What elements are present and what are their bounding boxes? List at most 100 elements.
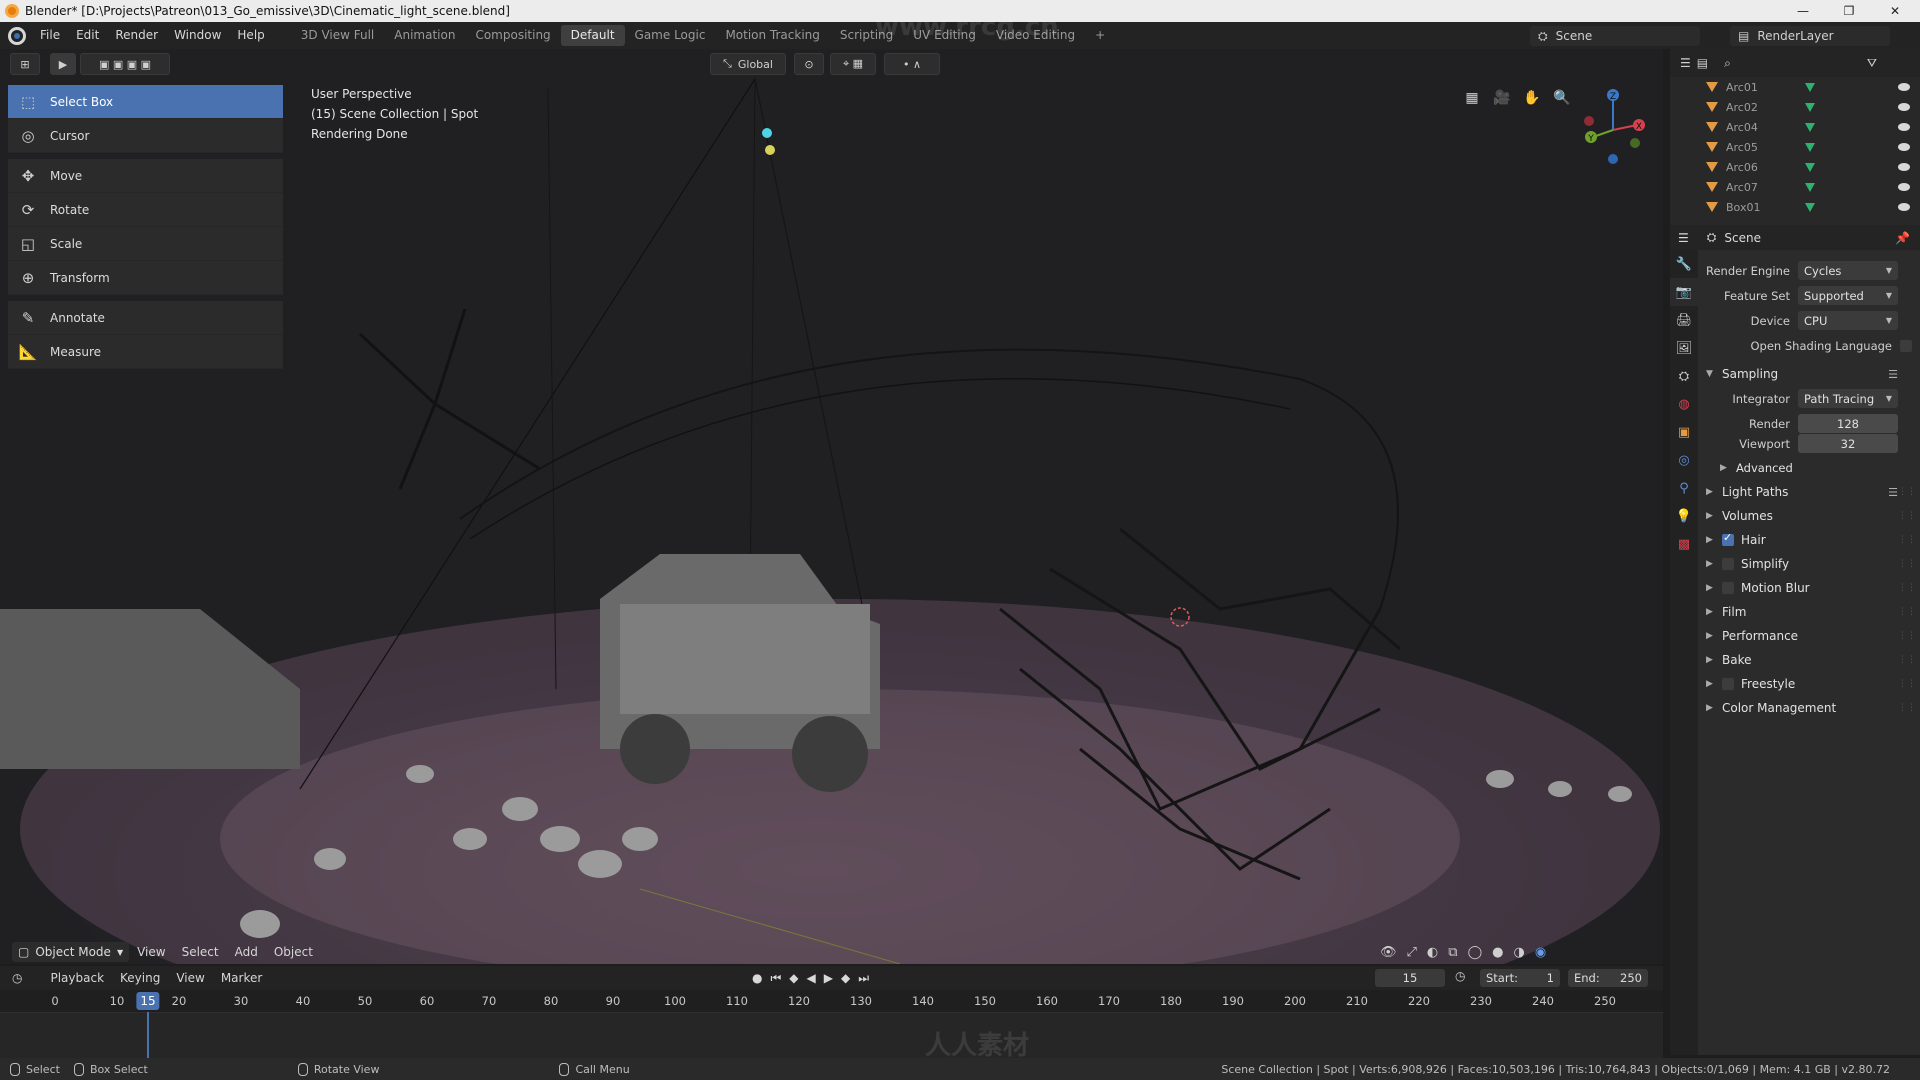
panel-header-volumes[interactable]: ▶ Volumes ⋮⋮: [1698, 504, 1920, 528]
select-menu[interactable]: Select: [174, 945, 227, 959]
properties-editor-icon[interactable]: ☰: [1678, 231, 1689, 245]
scene-tab-icon[interactable]: ⛭: [1670, 362, 1698, 390]
outliner-item[interactable]: Arc07: [1670, 177, 1920, 197]
overlay-icon[interactable]: ◐: [1427, 945, 1438, 960]
outliner-item[interactable]: Arc04: [1670, 117, 1920, 137]
minimize-button[interactable]: —: [1780, 0, 1826, 22]
end-frame-field[interactable]: End: 250: [1568, 969, 1648, 987]
tab-video-editing[interactable]: Video Editing: [986, 25, 1085, 46]
tool-scale[interactable]: ◱ Scale: [8, 227, 283, 261]
visibility-icon[interactable]: 👁: [1380, 945, 1397, 960]
outliner-item[interactable]: Arc02: [1670, 97, 1920, 117]
hand-pan-icon[interactable]: ✋: [1522, 88, 1542, 108]
timeline-editor-icon[interactable]: ◷: [12, 971, 22, 985]
pin-icon[interactable]: 📌: [1895, 231, 1910, 245]
device-dropdown[interactable]: CPU ▼: [1798, 311, 1898, 330]
panel-header-film[interactable]: ▶ Film ⋮⋮: [1698, 600, 1920, 624]
drag-handle-icon[interactable]: ⋮⋮: [1898, 487, 1916, 497]
render-engine-dropdown[interactable]: Cycles ▼: [1798, 261, 1898, 280]
tab-compositing[interactable]: Compositing: [465, 25, 560, 46]
tool-annotate[interactable]: ✎ Annotate: [8, 301, 283, 335]
scene-selector[interactable]: ⛭ Scene: [1530, 26, 1700, 46]
drag-handle-icon[interactable]: ⋮⋮: [1898, 679, 1916, 689]
drag-handle-icon[interactable]: ⋮⋮: [1898, 535, 1916, 545]
drag-handle-icon[interactable]: ⋮⋮: [1898, 703, 1916, 713]
blender-menu-icon[interactable]: [8, 26, 26, 45]
tab-motion-tracking[interactable]: Motion Tracking: [715, 25, 829, 46]
keying-menu[interactable]: Keying: [112, 971, 168, 985]
tool-measure[interactable]: 📐 Measure: [8, 335, 283, 369]
shading-solid-icon[interactable]: ●: [1492, 945, 1503, 960]
shading-material-icon[interactable]: ◑: [1513, 945, 1524, 960]
timeline-track-area[interactable]: [0, 1012, 1663, 1058]
drag-handle-icon[interactable]: ⋮⋮: [1898, 631, 1916, 641]
play-reverse-icon[interactable]: ◀: [807, 971, 816, 986]
render-samples-field[interactable]: 128: [1798, 414, 1898, 433]
play-icon[interactable]: ▶: [824, 971, 833, 986]
timeline-ruler[interactable]: 0 10 15 20 30 40 50 60 70 80 90 100 110 120 130 140 150 1…: [0, 990, 1663, 1012]
playback-menu[interactable]: Playback: [42, 971, 112, 985]
viewport-samples-field[interactable]: 32: [1798, 434, 1898, 453]
sampling-panel-header[interactable]: ▼ Sampling ☰: [1698, 362, 1920, 386]
record-icon[interactable]: ●: [752, 971, 762, 986]
object-tab-icon[interactable]: ▣: [1670, 418, 1698, 446]
drag-handle-icon[interactable]: ⋮⋮: [1898, 655, 1916, 665]
texture-tab-icon[interactable]: ▩: [1670, 530, 1698, 558]
drag-handle-icon[interactable]: ⋮⋮: [1898, 583, 1916, 593]
view-menu[interactable]: View: [129, 945, 173, 959]
current-frame-field[interactable]: 15: [1375, 969, 1445, 987]
tab-animation[interactable]: Animation: [384, 25, 465, 46]
add-workspace-button[interactable]: +: [1085, 25, 1115, 46]
outliner-item[interactable]: Arc01: [1670, 77, 1920, 97]
presets-list-icon[interactable]: ☰: [1888, 486, 1898, 499]
render-tab-icon[interactable]: 📷: [1670, 278, 1698, 306]
tool-transform[interactable]: ⊕ Transform: [8, 261, 283, 295]
panel-header-performance[interactable]: ▶ Performance ⋮⋮: [1698, 624, 1920, 648]
tab-default[interactable]: Default: [560, 25, 625, 46]
zoom-icon[interactable]: 🔍: [1552, 88, 1572, 108]
shading-rendered-icon[interactable]: ◉: [1535, 945, 1546, 960]
modifier-tab-icon[interactable]: ◎: [1670, 446, 1698, 474]
drag-handle-icon[interactable]: ⋮⋮: [1898, 511, 1916, 521]
eye-icon[interactable]: [1898, 203, 1910, 211]
panel-checkbox[interactable]: [1722, 678, 1734, 690]
outliner-editor-icon[interactable]: ☰: [1680, 56, 1691, 70]
eye-icon[interactable]: [1898, 163, 1910, 171]
grid-toggle-icon[interactable]: ▦: [1462, 88, 1482, 108]
jump-start-icon[interactable]: ⏮: [770, 971, 781, 986]
close-button[interactable]: ✕: [1872, 0, 1918, 22]
outliner-item[interactable]: Arc05: [1670, 137, 1920, 157]
object-mode-dropdown[interactable]: ▢ Object Mode ▼: [12, 942, 130, 962]
drag-handle-icon[interactable]: ⋮⋮: [1898, 607, 1916, 617]
view-layer-selector[interactable]: ▤ RenderLayer: [1730, 26, 1890, 46]
menu-help[interactable]: Help: [229, 22, 272, 49]
transform-orientation-dropdown[interactable]: ⤡ Global: [710, 53, 786, 75]
tab-scripting[interactable]: Scripting: [830, 25, 903, 46]
editor-type-button[interactable]: ⊞: [10, 53, 40, 75]
start-frame-field[interactable]: Start: 1: [1480, 969, 1560, 987]
menu-file[interactable]: File: [32, 22, 68, 49]
constraint-tab-icon[interactable]: ⚲: [1670, 474, 1698, 502]
view-layer-tab-icon[interactable]: 🖼: [1670, 334, 1698, 362]
display-mode-icon[interactable]: ▤: [1697, 56, 1708, 70]
prev-keyframe-icon[interactable]: ◆: [789, 971, 798, 986]
xray-icon[interactable]: ⧉: [1448, 945, 1457, 960]
panel-header-bake[interactable]: ▶ Bake ⋮⋮: [1698, 648, 1920, 672]
panel-checkbox[interactable]: [1722, 582, 1734, 594]
osl-checkbox[interactable]: [1900, 339, 1912, 352]
panel-header-motion-blur[interactable]: ▶ Motion Blur ⋮⋮: [1698, 576, 1920, 600]
world-tab-icon[interactable]: ◍: [1670, 390, 1698, 418]
restore-button[interactable]: ❐: [1826, 0, 1872, 22]
panel-header-simplify[interactable]: ▶ Simplify ⋮⋮: [1698, 552, 1920, 576]
eye-icon[interactable]: [1898, 83, 1910, 91]
proportional-edit-button[interactable]: • ∧: [884, 53, 940, 75]
panel-header-color-management[interactable]: ▶ Color Management ⋮⋮: [1698, 696, 1920, 720]
next-keyframe-icon[interactable]: ◆: [841, 971, 850, 986]
pivot-point-button[interactable]: ⊙: [794, 53, 824, 75]
navigation-gizmo[interactable]: Z X Y: [1575, 85, 1651, 175]
select-mode-button[interactable]: ▶: [50, 53, 76, 75]
tab-game-logic[interactable]: Game Logic: [625, 25, 716, 46]
panel-checkbox[interactable]: [1722, 531, 1734, 546]
menu-window[interactable]: Window: [166, 22, 229, 49]
eye-icon[interactable]: [1898, 123, 1910, 131]
